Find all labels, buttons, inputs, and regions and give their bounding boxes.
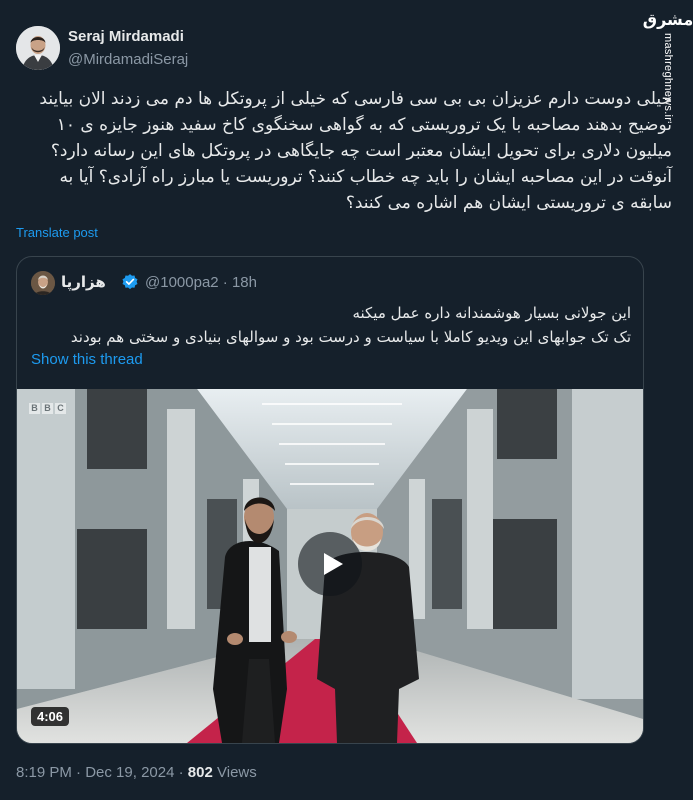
tweet-date[interactable]: Dec 19, 2024 (85, 764, 174, 781)
play-icon (324, 553, 343, 575)
quote-text-line: این جولانی بسیار هوشمندانه داره عمل میکن… (352, 304, 631, 322)
quote-tweet-card[interactable]: هزارپا @1000pa2 · 18h این جولانی بسیار ه… (16, 256, 644, 744)
watermark-logo: مشرق (642, 10, 693, 29)
bbc-letter: C (55, 403, 66, 414)
meta-separator: · (222, 274, 232, 291)
translate-post-link[interactable]: Translate post (16, 225, 98, 240)
quote-text-line: تک تک جوابهای این ویدیو کاملا با سیاست و… (70, 328, 631, 346)
meta-separator: · (76, 764, 86, 781)
views-count: 802 (187, 764, 213, 781)
quote-text: این جولانی بسیار هوشمندانه داره عمل میکن… (31, 301, 631, 349)
play-button[interactable] (298, 532, 362, 596)
author-avatar[interactable] (16, 26, 60, 70)
bbc-logo: B B C (29, 403, 66, 414)
meta-separator: · (178, 764, 188, 781)
quote-meta: @1000pa2 · 18h (145, 274, 257, 291)
video-duration: 4:06 (31, 707, 70, 726)
video-player[interactable]: B B C 4:06 (17, 389, 643, 743)
quote-author-name[interactable]: هزارپا (61, 273, 106, 291)
bbc-letter: B (29, 403, 40, 414)
tweet-text: خیلی دوست دارم عزیزان بی بی سی فارسی که … (39, 89, 672, 213)
author-handle[interactable]: @MirdamadiSeraj (68, 51, 188, 68)
quote-author-handle[interactable]: @1000pa2 (145, 274, 219, 291)
tweet-meta: 8:19 PM · Dec 19, 2024 · 802 Views (16, 764, 257, 781)
views-label: Views (217, 764, 257, 781)
bbc-letter: B (42, 403, 53, 414)
quote-timestamp[interactable]: 18h (232, 274, 257, 291)
author-name[interactable]: Seraj Mirdamadi (68, 28, 184, 45)
verified-badge-icon (122, 274, 138, 290)
tweet-time[interactable]: 8:19 PM (16, 764, 72, 781)
quote-author-avatar[interactable] (31, 271, 55, 295)
show-thread-link[interactable]: Show this thread (31, 351, 143, 368)
